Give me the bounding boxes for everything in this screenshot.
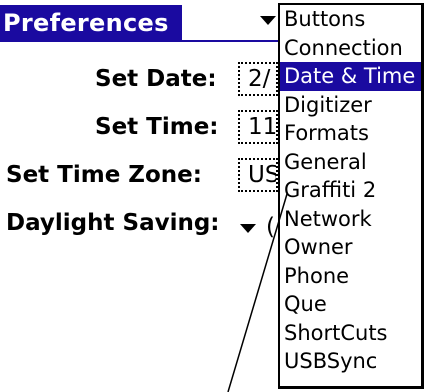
set-time-field[interactable]: 11 bbox=[238, 110, 278, 144]
set-date-label: Set Date: bbox=[95, 66, 217, 92]
daylight-saving-label: Daylight Saving: bbox=[6, 210, 220, 236]
category-item-general[interactable]: General bbox=[280, 148, 421, 177]
category-item-connection[interactable]: Connection bbox=[280, 34, 421, 63]
category-item-owner[interactable]: Owner bbox=[280, 233, 421, 262]
category-item-graffiti-2[interactable]: Graffiti 2 bbox=[280, 176, 421, 205]
category-item-que[interactable]: Que bbox=[280, 290, 421, 319]
page-title: Preferences bbox=[0, 5, 182, 41]
category-item-phone[interactable]: Phone bbox=[280, 262, 421, 291]
category-item-formats[interactable]: Formats bbox=[280, 119, 421, 148]
daylight-saving-dropdown-arrow-icon[interactable] bbox=[240, 224, 256, 233]
chevron-down-icon[interactable] bbox=[260, 16, 276, 25]
set-time-zone-label: Set Time Zone: bbox=[6, 162, 202, 188]
category-list[interactable]: Buttons Connection Date & Time Digitizer… bbox=[278, 3, 424, 389]
category-item-buttons[interactable]: Buttons bbox=[280, 5, 421, 34]
set-time-zone-field[interactable]: US bbox=[238, 158, 278, 192]
set-time-label: Set Time: bbox=[95, 114, 219, 140]
daylight-saving-value[interactable]: ( bbox=[266, 210, 278, 244]
category-item-usbsync[interactable]: USBSync bbox=[280, 347, 421, 376]
category-item-network[interactable]: Network bbox=[280, 205, 421, 234]
category-item-digitizer[interactable]: Digitizer bbox=[280, 91, 421, 120]
category-item-shortcuts[interactable]: ShortCuts bbox=[280, 319, 421, 348]
set-date-field[interactable]: 2/ bbox=[238, 62, 278, 96]
category-item-date-time[interactable]: Date & Time bbox=[280, 62, 421, 91]
title-underline bbox=[0, 40, 278, 42]
